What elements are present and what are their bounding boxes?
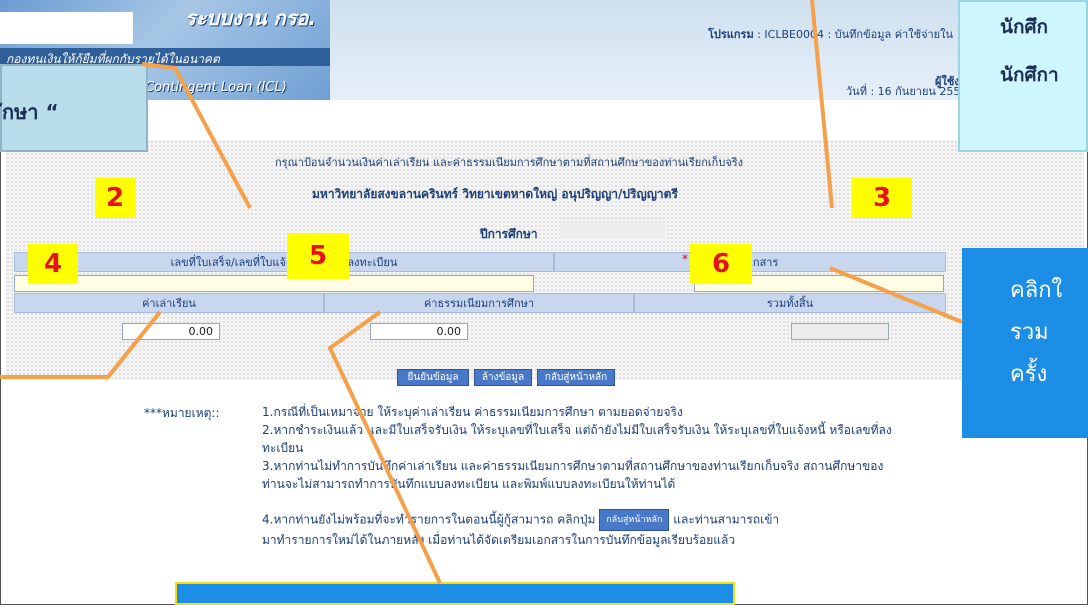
header-banner: ระบบงาน กรอ. กองทุนเงินให้กู้ยืมที่ผูกกั…	[0, 0, 1088, 100]
program-value: : ICLBE0004 : บันทึกข้อมูล ค่าใช้จ่ายใน	[757, 28, 954, 41]
blank-box	[0, 12, 133, 44]
callout-right: คลิกใ รวม ครั้ง	[962, 248, 1088, 438]
callout-line: นักศึก	[1000, 16, 1049, 38]
badge-4: 4	[28, 244, 78, 284]
program-label: โปรแกรม	[708, 28, 754, 41]
callout-line: นักศึกา	[1000, 64, 1059, 86]
receipt-no-header: เลขที่ใบเสร็จ/เลขที่ใบแจ้งหนี้/เลขที่ใบล…	[14, 252, 554, 272]
total-field	[791, 323, 889, 340]
total-header: รวมทั้งสิ้น	[634, 293, 946, 313]
fee-input[interactable]: 0.00	[370, 323, 468, 340]
badge-5: 5	[287, 233, 349, 279]
callout-bottom	[175, 582, 735, 605]
year-value-field	[560, 222, 665, 239]
fee-header: ค่าธรรมเนียมการศึกษา	[324, 293, 634, 313]
badge-6: 6	[690, 244, 752, 284]
note-item: 4.หากท่านยังไม่พร้อมที่จะทำรายการในตอนนี…	[262, 509, 902, 531]
badge-2: 2	[95, 178, 135, 218]
confirm-button[interactable]: ยืนยันข้อมูล	[397, 369, 469, 386]
required-star: *	[682, 252, 688, 266]
note-text: และท่านสามารถเข้า	[673, 512, 780, 527]
note-text: 4.หากท่านยังไม่พร้อมที่จะทำรายการในตอนนี…	[262, 512, 596, 527]
callout-top-right: นักศึก นักศึกา	[958, 0, 1088, 152]
icl-title: Contingent Loan (ICL)	[145, 80, 287, 95]
year-label: ปีการศึกษา	[480, 227, 538, 241]
callout-line: ครั้ง	[1010, 362, 1048, 387]
note-item: 3.หากท่านไม่ทำการบันทึกค่าเล่าเรียน และค…	[262, 459, 884, 491]
notes-heading: ***หมายเหตุ::	[144, 406, 220, 420]
instruction-text: กรุณาป้อนจำนวนเงินค่าเล่าเรียน และค่าธรร…	[275, 156, 744, 169]
date-text: วันที่ : 16 กันยายน 2558	[846, 85, 968, 98]
badge-3: 3	[852, 178, 912, 218]
back-home-inline-button[interactable]: กลับสู่หน้าหลัก	[599, 509, 670, 531]
callout-line: คลิกใ	[1010, 278, 1063, 303]
clear-button[interactable]: ล้างข้อมูล	[474, 369, 532, 386]
tuition-header: ค่าเล่าเรียน	[14, 293, 324, 313]
tuition-input[interactable]: 0.00	[122, 323, 220, 340]
university-name: มหาวิทยาลัยสงขลานครินทร์ วิทยาเขตหาดใหญ่…	[312, 187, 678, 201]
note-item: 2.หากชำระเงินแล้ว และมีใบเสร็จรับเงิน ให…	[262, 423, 892, 455]
brand-logo-text: ระบบงาน กรอ.	[185, 6, 316, 30]
callout-line: รวม	[1010, 320, 1049, 345]
back-home-button[interactable]: กลับสู่หน้าหลัก	[537, 369, 615, 386]
note-item: 1.กรณีที่เป็นเหมาจ่าย ให้ระบุค่าเล่าเรีย…	[262, 405, 683, 419]
callout-left: ักษา “	[0, 64, 148, 152]
program-info: โปรแกรม : ICLBE0004 : บันทึกข้อมูล ค่าใช…	[708, 25, 953, 43]
note-item: มาทำรายการใหม่ได้ในภายหลัง เมื่อท่านได้จ…	[262, 533, 736, 547]
receipt-no-input[interactable]	[14, 275, 534, 292]
